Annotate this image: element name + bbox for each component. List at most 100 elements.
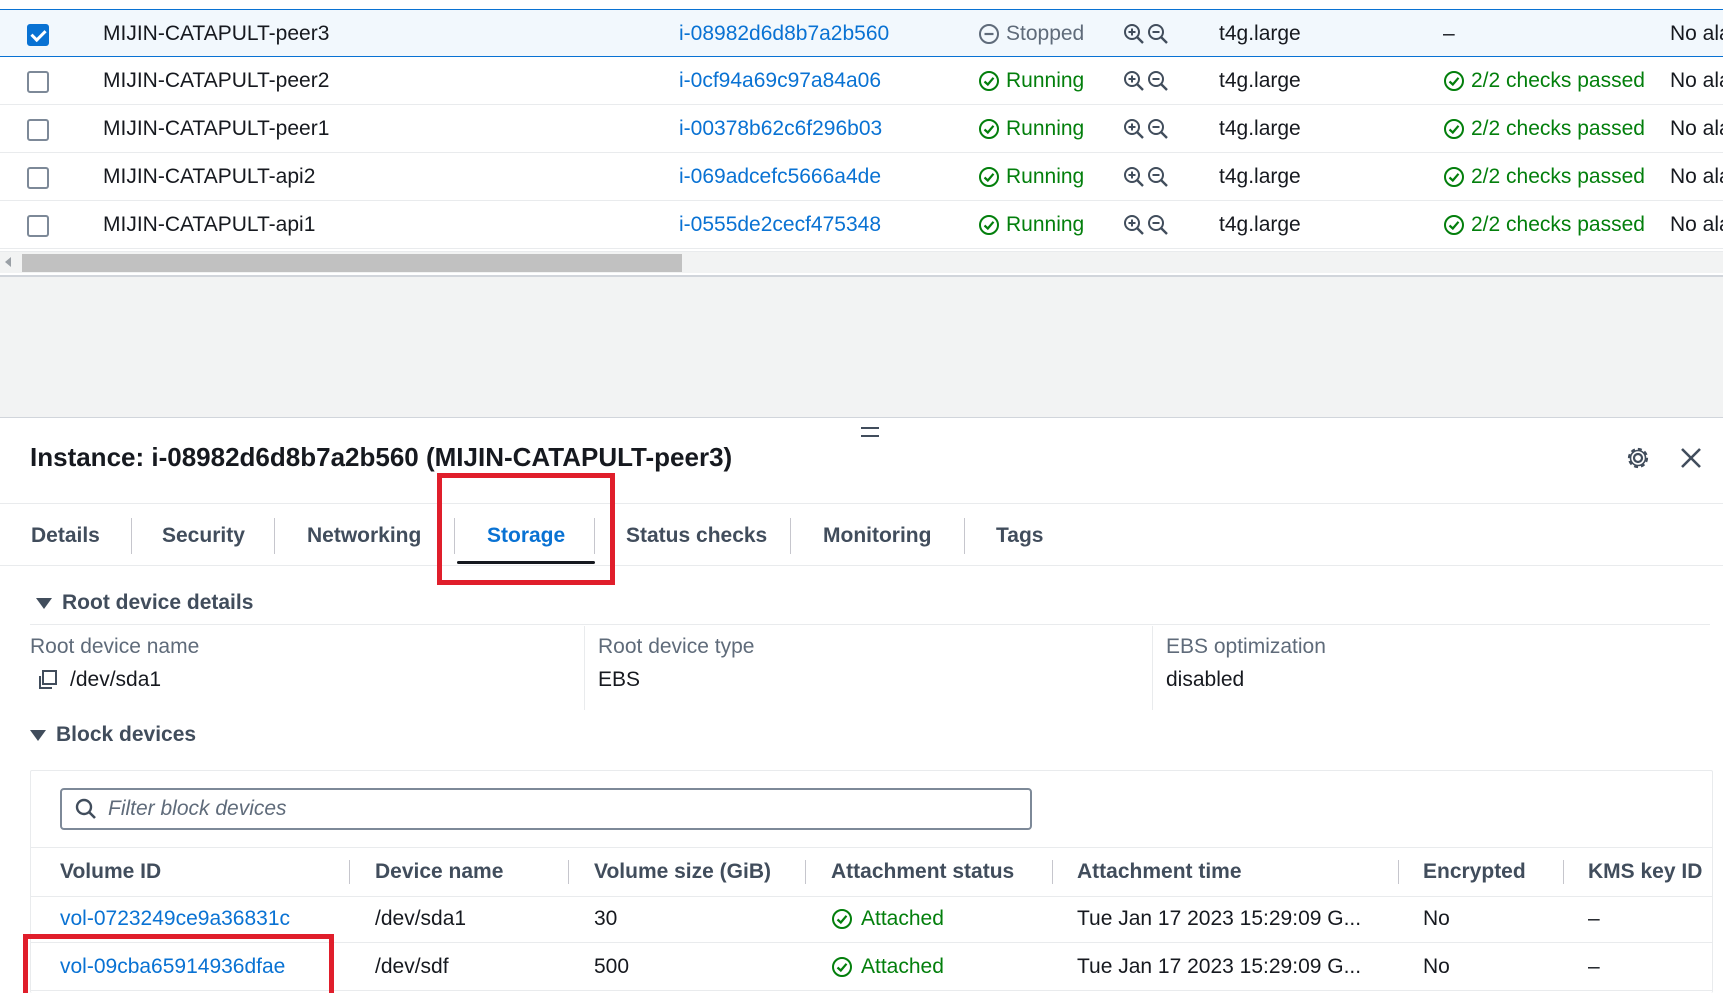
column-resizer[interactable] <box>1052 860 1053 884</box>
column-resizer[interactable] <box>805 860 806 884</box>
copy-icon[interactable] <box>36 669 58 691</box>
row-checkbox[interactable] <box>27 119 49 141</box>
zoom-in-icon[interactable] <box>1123 214 1145 236</box>
instance-type: t4g.large <box>1219 22 1301 45</box>
root-device-name-value: /dev/sda1 <box>36 668 161 692</box>
row-checkbox[interactable] <box>27 167 49 189</box>
section-title: Block devices <box>56 723 197 746</box>
col-attachment-status[interactable]: Attachment status <box>831 848 1014 896</box>
row-checkbox[interactable] <box>27 71 49 93</box>
zoom-out-icon[interactable] <box>1147 23 1169 45</box>
attachment-time: Tue Jan 17 2023 15:29:09 G... <box>1077 955 1362 978</box>
search-input[interactable] <box>108 797 988 821</box>
table-row[interactable]: MIJIN-CATAPULT-peer1 i-00378b62c6f296b03… <box>0 105 1723 153</box>
col-volume-size[interactable]: Volume size (GiB) <box>594 848 771 896</box>
column-resizer[interactable] <box>568 860 569 884</box>
table-row[interactable]: MIJIN-CATAPULT-peer2 i-0cf94a69c97a84a06… <box>0 57 1723 105</box>
tab-divider <box>594 518 595 554</box>
column-resizer[interactable] <box>1563 860 1564 884</box>
zoom-in-icon[interactable] <box>1123 166 1145 188</box>
block-devices-section-header[interactable]: Block devices <box>30 723 196 747</box>
instance-id-link[interactable]: i-0cf94a69c97a84a06 <box>679 57 881 105</box>
instance-type: t4g.large <box>1219 117 1301 140</box>
col-device-name[interactable]: Device name <box>375 848 503 896</box>
tab-status-checks[interactable]: Status checks <box>626 504 767 567</box>
instance-id-link[interactable]: i-069adcefc5666a4de <box>679 153 881 201</box>
zoom-in-icon[interactable] <box>1123 23 1145 45</box>
scroll-left-arrow-icon[interactable] <box>5 257 11 267</box>
volume-size: 30 <box>594 907 618 930</box>
instance-id-link[interactable]: i-08982d6d8b7a2b560 <box>679 10 889 58</box>
divider <box>30 624 1710 625</box>
alarm-status: No ala <box>1670 69 1723 92</box>
tab-monitoring[interactable]: Monitoring <box>823 504 931 567</box>
block-devices-header: Volume ID Device name Volume size (GiB) … <box>31 847 1712 897</box>
tab-details[interactable]: Details <box>31 504 100 567</box>
instance-state-label: Running <box>1006 213 1085 236</box>
attachment-status-label: Attached <box>861 955 944 978</box>
zoom-in-icon[interactable] <box>1123 70 1145 92</box>
ebs-optimization-value: disabled <box>1166 668 1245 691</box>
zoom-in-icon[interactable] <box>1123 118 1145 140</box>
table-row[interactable]: MIJIN-CATAPULT-api1 i-0555de2cecf475348 … <box>0 201 1723 249</box>
instances-table: MIJIN-CATAPULT-peer3 i-08982d6d8b7a2b560… <box>0 0 1723 276</box>
zoom-out-icon[interactable] <box>1147 166 1169 188</box>
instance-type: t4g.large <box>1219 213 1301 236</box>
attachment-status: Attached <box>831 943 944 991</box>
attachment-status-label: Attached <box>861 907 944 930</box>
filter-block-devices[interactable] <box>60 788 1032 830</box>
tab-security[interactable]: Security <box>162 504 245 567</box>
stopped-circle-icon <box>979 24 999 44</box>
check-circle-icon <box>979 71 999 91</box>
scrollbar-thumb[interactable] <box>22 254 682 272</box>
root-device-section-header[interactable]: Root device details <box>36 591 253 615</box>
alarm-status: No ala <box>1670 22 1723 45</box>
encrypted: No <box>1423 907 1450 930</box>
close-icon[interactable] <box>1677 444 1705 472</box>
resize-handle-icon[interactable] <box>861 427 879 437</box>
root-device-type-value: EBS <box>598 668 641 691</box>
table-row[interactable]: MIJIN-CATAPULT-peer3 i-08982d6d8b7a2b560… <box>0 9 1723 57</box>
instance-state: Running <box>978 201 1084 249</box>
status-checks: – <box>1443 10 1455 58</box>
status-checks-label: 2/2 checks passed <box>1471 165 1645 188</box>
volume-id-link[interactable]: vol-0723249ce9a36831c <box>60 895 290 943</box>
col-volume-id[interactable]: Volume ID <box>60 848 161 896</box>
check-circle-icon <box>979 167 999 187</box>
col-kms-key-id[interactable]: KMS key ID <box>1588 848 1702 896</box>
tab-networking[interactable]: Networking <box>307 504 421 567</box>
zoom-out-icon[interactable] <box>1147 214 1169 236</box>
instance-state: Running <box>978 105 1084 153</box>
zoom-out-icon[interactable] <box>1147 70 1169 92</box>
instance-id-link[interactable]: i-00378b62c6f296b03 <box>679 105 882 153</box>
status-checks-label: – <box>1443 22 1455 45</box>
encrypted: No <box>1423 955 1450 978</box>
status-checks-label: 2/2 checks passed <box>1471 213 1645 236</box>
column-resizer[interactable] <box>349 860 350 884</box>
tab-storage[interactable]: Storage <box>456 504 596 567</box>
instance-state-label: Running <box>1006 69 1085 92</box>
zoom-controls <box>1123 153 1169 201</box>
instance-id-link[interactable]: i-0555de2cecf475348 <box>679 201 881 249</box>
zoom-out-icon[interactable] <box>1147 118 1169 140</box>
tab-tags[interactable]: Tags <box>996 504 1043 567</box>
column-resizer[interactable] <box>1398 860 1399 884</box>
horizontal-scrollbar[interactable] <box>0 251 1723 273</box>
caret-down-icon <box>36 597 52 609</box>
table-row[interactable]: MIJIN-CATAPULT-api2 i-069adcefc5666a4de … <box>0 153 1723 201</box>
instance-state: Stopped <box>978 10 1084 58</box>
gear-icon[interactable] <box>1624 444 1652 472</box>
check-circle-icon <box>832 909 852 929</box>
detail-tabs: Details Security Networking Storage Stat… <box>0 503 1723 566</box>
volume-id-link[interactable]: vol-09cba65914936dfae <box>60 943 285 991</box>
check-circle-icon <box>832 957 852 977</box>
col-attachment-time[interactable]: Attachment time <box>1077 848 1242 896</box>
row-checkbox[interactable] <box>27 24 49 46</box>
tab-divider <box>454 518 455 554</box>
row-checkbox[interactable] <box>27 215 49 237</box>
caret-down-icon <box>30 729 46 741</box>
col-encrypted[interactable]: Encrypted <box>1423 848 1526 896</box>
column-divider <box>1152 626 1153 710</box>
device-name: /dev/sda1 <box>375 907 467 930</box>
device-name: /dev/sdf <box>375 955 449 978</box>
